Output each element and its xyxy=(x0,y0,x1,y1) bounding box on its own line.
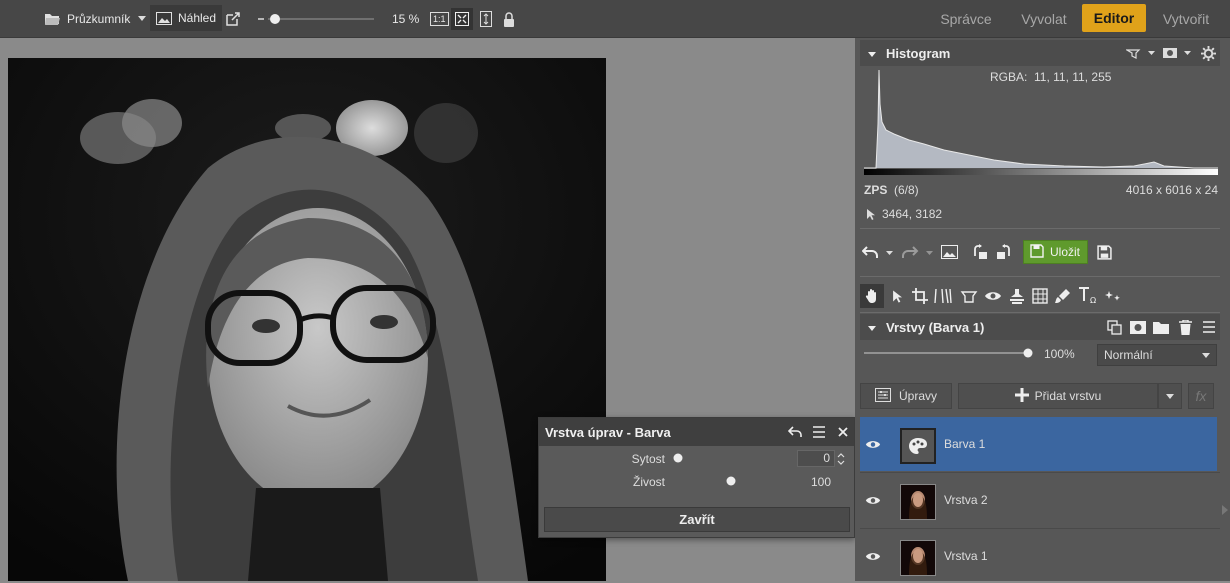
crop-icon[interactable] xyxy=(910,286,930,306)
grid-mask-icon[interactable] xyxy=(1030,286,1050,306)
close-icon[interactable] xyxy=(833,422,853,442)
transform-icon[interactable] xyxy=(958,286,980,306)
vibrance-label: Živost xyxy=(632,475,665,489)
eye-icon[interactable] xyxy=(864,549,882,563)
chevron-down-icon xyxy=(1166,389,1174,403)
image-preview-icon[interactable] xyxy=(938,241,960,263)
lock-icon[interactable] xyxy=(503,0,515,38)
effects-icon[interactable] xyxy=(1102,286,1124,306)
add-layer-dropdown[interactable] xyxy=(1158,383,1182,409)
layers-title: Vrstvy (Barva 1) xyxy=(886,319,985,335)
layer-name: Vrstva 2 xyxy=(944,493,988,507)
explorer-label: Průzkumník xyxy=(67,12,131,26)
layer-thumbnail xyxy=(900,484,936,520)
nav-editor[interactable]: Editor xyxy=(1082,4,1146,32)
folder-icon xyxy=(44,12,61,26)
fit-screen-icon[interactable] xyxy=(451,8,473,30)
svg-text:Ω: Ω xyxy=(1090,296,1096,304)
collapse-icon xyxy=(868,320,876,335)
stamp-icon[interactable] xyxy=(1006,286,1028,306)
adjustments-button[interactable]: Úpravy xyxy=(860,383,952,409)
nav-create[interactable]: Vytvořit xyxy=(1150,0,1222,38)
rotate-right-icon[interactable] xyxy=(994,241,1014,263)
layer-mask-icon[interactable] xyxy=(1128,317,1148,337)
preview-label: Náhled xyxy=(178,11,217,25)
rotate-left-icon[interactable] xyxy=(970,241,990,263)
undo-icon[interactable] xyxy=(785,422,805,442)
divider xyxy=(860,312,1220,313)
redo-dropdown-icon[interactable] xyxy=(900,241,936,263)
vibrance-value: 100 xyxy=(810,475,831,489)
open-external-icon[interactable] xyxy=(226,0,240,38)
brush-icon[interactable] xyxy=(1052,286,1074,306)
zoom-slider[interactable] xyxy=(258,0,376,38)
vibrance-slider[interactable] xyxy=(673,475,793,490)
zoom-1to1-button[interactable]: 1:1 xyxy=(430,0,449,38)
folder-icon[interactable] xyxy=(1151,317,1171,337)
chevron-down-icon xyxy=(138,16,147,22)
trash-icon[interactable] xyxy=(1175,317,1195,337)
text-icon[interactable]: Ω xyxy=(1076,284,1100,306)
undo-dropdown-icon[interactable] xyxy=(860,241,896,263)
dialog-title: Vrstva úprav - Barva xyxy=(545,424,671,440)
zps-count: (6/8) xyxy=(894,183,919,197)
menu-icon[interactable] xyxy=(1199,317,1219,337)
saturation-label: Sytost xyxy=(631,452,665,466)
layer-row-vrstva-2[interactable]: Vrstva 2 xyxy=(860,473,1217,527)
fit-height-icon[interactable] xyxy=(480,0,492,38)
explorer-button[interactable]: Průzkumník xyxy=(44,0,147,38)
histogram-channel-icon[interactable] xyxy=(1160,43,1194,63)
layer-thumbnail xyxy=(900,540,936,576)
gear-icon[interactable] xyxy=(1198,43,1218,63)
eye-icon[interactable] xyxy=(864,437,882,451)
floppy-icon xyxy=(1030,243,1044,261)
saturation-stepper[interactable] xyxy=(836,450,846,467)
histogram-title: Histogram xyxy=(886,45,951,61)
layer-name: Vrstva 1 xyxy=(944,549,988,563)
save-button[interactable]: Uložit xyxy=(1023,240,1088,264)
divider xyxy=(860,228,1220,229)
cursor-icon xyxy=(864,207,876,221)
zps-label: ZPS xyxy=(864,183,888,197)
close-button[interactable]: Zavřít xyxy=(544,507,850,532)
layer-opacity-slider[interactable] xyxy=(864,347,1034,362)
zoom-value: 15 % xyxy=(392,12,420,26)
divider xyxy=(860,276,1220,277)
layer-opacity-value: 100% xyxy=(1044,347,1075,361)
adjustment-layer-dialog: Vrstva úprav - Barva Sytost 0 Živost 100… xyxy=(538,417,855,538)
fx-button[interactable]: fx xyxy=(1188,383,1214,409)
layer-row-barva-1[interactable]: Barva 1 xyxy=(860,417,1217,471)
pointer-icon[interactable] xyxy=(888,286,906,306)
photo-portrait[interactable] xyxy=(8,58,606,581)
histogram-mode-icon[interactable] xyxy=(1124,43,1158,63)
duplicate-layer-icon[interactable] xyxy=(1104,317,1124,337)
image-icon xyxy=(156,11,172,25)
palette-icon xyxy=(900,428,936,464)
adjustments-icon xyxy=(874,387,891,405)
collapse-icon xyxy=(868,46,876,61)
layer-row-vrstva-1[interactable]: Vrstva 1 xyxy=(860,529,1217,583)
eye-icon[interactable] xyxy=(864,493,882,507)
eye-icon[interactable] xyxy=(982,286,1004,306)
cursor-position: 3464, 3182 xyxy=(882,207,943,221)
plus-icon xyxy=(1014,387,1029,405)
panel-expand-icon[interactable] xyxy=(1220,500,1230,520)
preview-button[interactable]: Náhled xyxy=(150,5,223,31)
blend-mode-select[interactable]: Normální xyxy=(1097,344,1217,366)
add-layer-button[interactable]: Přidat vrstvu xyxy=(958,383,1158,409)
top-toolbar: Průzkumník Náhled 15 % 1:1 Správce Vyvol… xyxy=(0,0,1230,38)
menu-icon[interactable] xyxy=(809,422,829,442)
chevron-down-icon xyxy=(1202,348,1210,362)
saturation-input[interactable]: 0 xyxy=(797,450,835,467)
nav-develop[interactable]: Vyvolat xyxy=(1010,0,1078,38)
dialog-title-bar[interactable]: Vrstva úprav - Barva xyxy=(539,418,854,446)
layer-name: Barva 1 xyxy=(944,437,986,451)
save-as-icon[interactable] xyxy=(1094,241,1114,263)
histogram-graph xyxy=(864,64,1218,176)
hand-icon[interactable] xyxy=(860,284,884,308)
image-dimensions: 4016 x 6016 x 24 xyxy=(1125,183,1218,197)
perspective-icon[interactable] xyxy=(932,286,954,306)
nav-manager[interactable]: Správce xyxy=(930,0,1002,38)
saturation-slider[interactable] xyxy=(673,452,793,467)
